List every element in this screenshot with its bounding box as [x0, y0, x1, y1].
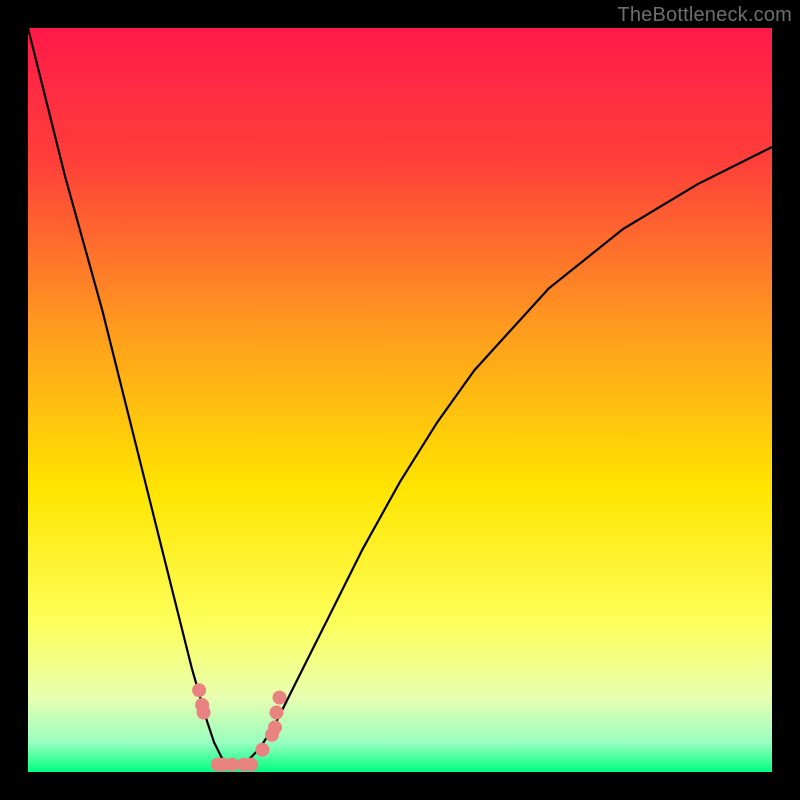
data-point [197, 706, 211, 720]
chart-frame [28, 28, 772, 772]
data-point [244, 758, 258, 772]
gradient-background [28, 28, 772, 772]
data-point [273, 691, 287, 705]
data-point [192, 683, 206, 697]
data-point [255, 743, 269, 757]
watermark-text: TheBottleneck.com [617, 4, 792, 27]
data-point [225, 758, 239, 772]
data-point [270, 706, 284, 720]
bottleneck-chart [28, 28, 772, 772]
data-point [268, 720, 282, 734]
